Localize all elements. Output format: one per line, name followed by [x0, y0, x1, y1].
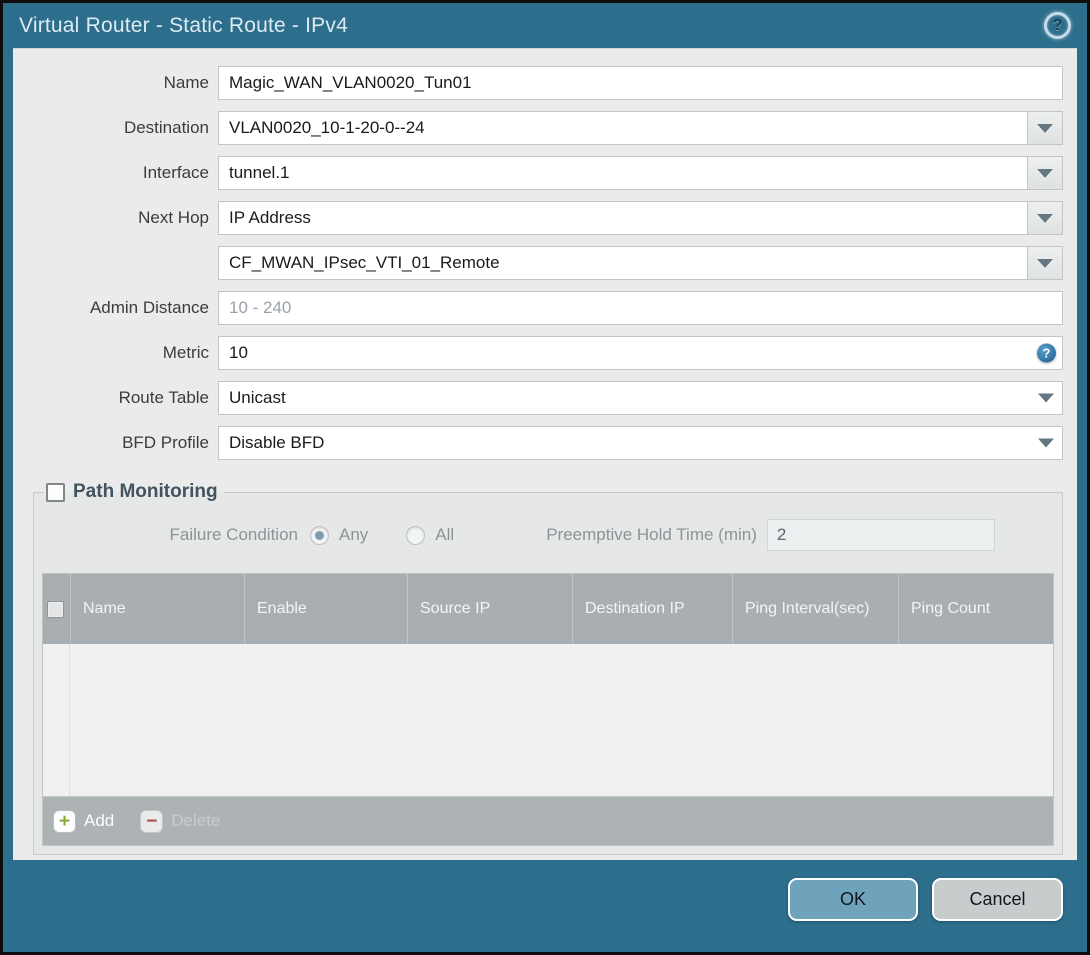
next-hop-label: Next Hop [138, 208, 209, 227]
destination-input[interactable] [218, 111, 1028, 145]
destination-label: Destination [123, 118, 209, 137]
destination-dropdown-button[interactable] [1028, 111, 1063, 145]
select-all-checkbox[interactable] [47, 600, 64, 618]
delete-button-label: Delete [171, 811, 221, 830]
delete-button[interactable]: − Delete [140, 809, 221, 833]
metric-input[interactable] [218, 336, 1063, 370]
path-monitoring-title: Path Monitoring [73, 481, 218, 502]
metric-row: Metric ? [13, 336, 1063, 370]
column-header-source-ip: Source IP [407, 574, 572, 644]
bfd-profile-select[interactable] [218, 426, 1063, 460]
metric-label: Metric [162, 343, 209, 362]
preemptive-hold-time-label: Preemptive Hold Time (min) [546, 525, 757, 544]
destination-row: Destination [13, 111, 1063, 145]
dialog-titlebar: Virtual Router - Static Route - IPv4 ? [3, 3, 1087, 48]
path-monitoring-table: Name Enable Source IP Destination IP Pin… [42, 573, 1054, 846]
column-header-ping-count: Ping Count [898, 574, 1053, 644]
next-hop-address-dropdown-button[interactable] [1028, 246, 1063, 280]
next-hop-address-input[interactable] [218, 246, 1028, 280]
table-header: Name Enable Source IP Destination IP Pin… [43, 574, 1053, 644]
route-table-chevron-down-icon[interactable] [1038, 393, 1054, 403]
failure-condition-all-label[interactable]: All [435, 525, 454, 545]
add-button-label: Add [84, 811, 115, 830]
name-label: Name [163, 73, 209, 92]
bfd-profile-chevron-down-icon[interactable] [1038, 438, 1054, 448]
ok-button[interactable]: OK [788, 878, 918, 921]
failure-condition-any-radio[interactable] [310, 525, 329, 545]
next-hop-type-dropdown-button[interactable] [1028, 201, 1063, 235]
bfd-profile-row: BFD Profile [13, 426, 1063, 460]
cancel-button[interactable]: Cancel [932, 878, 1063, 921]
path-monitoring-checkbox[interactable] [46, 482, 65, 502]
path-monitoring-legend: Path Monitoring [44, 481, 224, 503]
route-table-row: Route Table [13, 381, 1063, 415]
column-divider [69, 644, 70, 796]
help-icon[interactable]: ? [1044, 12, 1071, 39]
add-button[interactable]: + Add [53, 809, 115, 833]
route-table-select[interactable] [218, 381, 1063, 415]
admin-distance-input[interactable] [218, 291, 1063, 325]
dialog-content: Name Destination Interface [13, 48, 1077, 860]
failure-condition-all-radio[interactable] [406, 525, 426, 545]
next-hop-type-input[interactable] [218, 201, 1028, 235]
column-header-ping-interval: Ping Interval(sec) [732, 574, 898, 644]
table-toolbar: + Add − Delete [43, 796, 1053, 845]
static-route-dialog: Virtual Router - Static Route - IPv4 ? N… [0, 0, 1090, 955]
column-header-enable: Enable [244, 574, 407, 644]
interface-dropdown-button[interactable] [1028, 156, 1063, 190]
plus-icon: + [53, 809, 76, 833]
failure-condition-row: Failure Condition Any All Preemptive Hol… [42, 519, 1054, 551]
column-header-destination-ip: Destination IP [572, 574, 732, 644]
next-hop-address-row [13, 246, 1063, 280]
name-row: Name [13, 66, 1063, 100]
admin-distance-label: Admin Distance [89, 298, 209, 317]
metric-help-icon[interactable]: ? [1037, 343, 1056, 363]
select-all-cell [43, 574, 70, 644]
chevron-down-icon [1037, 213, 1053, 223]
dialog-footer: OK Cancel [3, 860, 1087, 952]
interface-label: Interface [142, 163, 209, 182]
chevron-down-icon [1037, 258, 1053, 268]
name-input[interactable] [218, 66, 1063, 100]
preemptive-hold-time-input[interactable] [766, 519, 995, 551]
column-header-name: Name [70, 574, 244, 644]
chevron-down-icon [1037, 168, 1053, 178]
table-body-empty [43, 644, 1053, 796]
minus-icon: − [140, 809, 164, 833]
chevron-down-icon [1037, 123, 1053, 133]
next-hop-row: Next Hop [13, 201, 1063, 235]
path-monitoring-section: Path Monitoring Failure Condition Any Al… [33, 481, 1063, 855]
interface-input[interactable] [218, 156, 1028, 190]
interface-row: Interface [13, 156, 1063, 190]
failure-condition-any-label[interactable]: Any [339, 525, 368, 545]
dialog-title: Virtual Router - Static Route - IPv4 [19, 13, 348, 37]
admin-distance-row: Admin Distance [13, 291, 1063, 325]
route-table-label: Route Table [118, 388, 209, 407]
failure-condition-label: Failure Condition [169, 525, 298, 544]
bfd-profile-label: BFD Profile [122, 433, 209, 452]
